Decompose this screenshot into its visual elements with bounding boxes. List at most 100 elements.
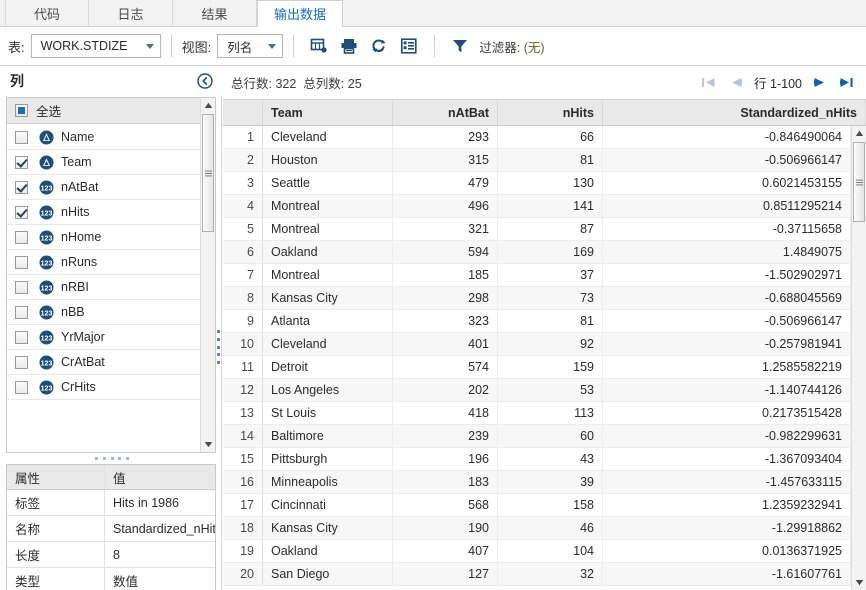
table-row[interactable]: 12 Los Angeles 202 53 -1.140744126 xyxy=(223,379,851,402)
table-row[interactable]: 8 Kansas City 298 73 -0.688045569 xyxy=(223,287,851,310)
column-checkbox[interactable] xyxy=(15,155,28,169)
column-checkbox[interactable] xyxy=(15,205,28,219)
columns-list: 全选 Name Team 123 nAtBat 123 nHits 123 nHome 123 n… xyxy=(6,97,216,453)
column-checkbox[interactable] xyxy=(15,305,28,319)
column-checkbox[interactable] xyxy=(15,280,28,294)
table-row[interactable]: 18 Kansas City 190 46 -1.29918862 xyxy=(223,517,851,540)
column-checkbox[interactable] xyxy=(15,355,28,369)
column-list-item[interactable]: 123 CrHits xyxy=(7,375,215,400)
column-checkbox[interactable] xyxy=(15,180,28,194)
scroll-thumb[interactable] xyxy=(853,142,865,222)
next-page-icon[interactable] xyxy=(808,72,834,94)
table-row[interactable]: 20 San Diego 127 32 -1.61607761 xyxy=(223,563,851,586)
collapse-left-icon[interactable] xyxy=(196,72,214,90)
row-index: 15 xyxy=(223,448,263,470)
first-page-icon[interactable] xyxy=(696,72,722,94)
refresh-icon[interactable] xyxy=(367,34,391,58)
row-range-label: 行 1-100 xyxy=(754,77,802,91)
vertical-splitter-handle[interactable] xyxy=(216,330,220,364)
svg-text:123: 123 xyxy=(41,210,53,217)
numeric-type-icon: 123 xyxy=(39,380,54,395)
table-row[interactable]: 15 Pittsburgh 196 43 -1.367093404 xyxy=(223,448,851,471)
table-row[interactable]: 14 Baltimore 239 60 -0.982299631 xyxy=(223,425,851,448)
tab-code[interactable]: 代码 xyxy=(5,0,89,26)
row-index: 1 xyxy=(223,126,263,148)
column-header-nhits[interactable]: nHits xyxy=(498,100,603,125)
property-row[interactable]: 长度 8 xyxy=(7,542,215,568)
cell-team: Montreal xyxy=(263,264,393,286)
table-row[interactable]: 6 Oakland 594 169 1.4849075 xyxy=(223,241,851,264)
property-row[interactable]: 类型 数值 xyxy=(7,568,215,590)
columns-list-scrollbar[interactable] xyxy=(200,98,215,452)
column-list-item[interactable]: 123 nHits xyxy=(7,200,215,225)
horizontal-splitter-handle[interactable] xyxy=(95,456,129,461)
filter-funnel-icon[interactable] xyxy=(448,34,472,58)
column-name: Team xyxy=(61,155,92,169)
column-checkbox[interactable] xyxy=(15,130,28,144)
tab-label: 日志 xyxy=(117,6,144,22)
cell-team: Cincinnati xyxy=(263,494,393,516)
scroll-up-icon[interactable] xyxy=(852,126,866,141)
scroll-down-icon[interactable] xyxy=(852,575,866,590)
tab-log[interactable]: 日志 xyxy=(89,0,173,26)
table-row[interactable]: 16 Minneapolis 183 39 -1.457633115 xyxy=(223,471,851,494)
scroll-thumb[interactable] xyxy=(202,114,214,232)
property-value: 8 xyxy=(113,547,120,562)
last-page-icon[interactable] xyxy=(834,72,860,94)
column-list-item[interactable]: 123 nHome xyxy=(7,225,215,250)
column-details-icon[interactable] xyxy=(397,34,421,58)
table-row[interactable]: 11 Detroit 574 159 1.2585582219 xyxy=(223,356,851,379)
select-all-checkbox[interactable] xyxy=(15,104,28,117)
table-row[interactable]: 9 Atlanta 323 81 -0.506966147 xyxy=(223,310,851,333)
toolbar-divider xyxy=(293,35,295,57)
column-header-team[interactable]: Team xyxy=(263,100,393,125)
column-list-item[interactable]: 123 YrMajor xyxy=(7,325,215,350)
cell-team: Seattle xyxy=(263,172,393,194)
column-checkbox[interactable] xyxy=(15,380,28,394)
property-row[interactable]: 名称 Standardized_nHits xyxy=(7,516,215,542)
table-row[interactable]: 17 Cincinnati 568 158 1.2359232941 xyxy=(223,494,851,517)
property-row[interactable]: 标签 Hits in 1986 xyxy=(7,490,215,516)
column-list-item[interactable]: 123 nAtBat xyxy=(7,175,215,200)
column-list-item[interactable]: Team xyxy=(7,150,215,175)
table-row[interactable]: 2 Houston 315 81 -0.506966147 xyxy=(223,149,851,172)
column-header-standardized-nhits[interactable]: Standardized_nHits xyxy=(603,100,866,125)
cell-natbat: 568 xyxy=(393,494,498,516)
column-checkbox[interactable] xyxy=(15,330,28,344)
row-column-counts: 总行数: 322 总列数: 25 xyxy=(231,73,362,92)
tab-results[interactable]: 结果 xyxy=(173,0,257,26)
property-value: Hits in 1986 xyxy=(113,495,180,510)
column-checkbox[interactable] xyxy=(15,255,28,269)
view-select[interactable]: 列名 xyxy=(217,34,284,58)
chevron-down-icon xyxy=(268,43,277,49)
table-row[interactable]: 10 Cleveland 401 92 -0.257981941 xyxy=(223,333,851,356)
table-select[interactable]: WORK.STDIZE xyxy=(30,34,161,58)
save-data-icon[interactable] xyxy=(337,34,361,58)
data-grid-scrollbar[interactable] xyxy=(851,126,866,590)
prev-page-icon[interactable] xyxy=(722,72,748,94)
table-row[interactable]: 1 Cleveland 293 66 -0.846490064 xyxy=(223,126,851,149)
column-checkbox[interactable] xyxy=(15,230,28,244)
column-list-item[interactable]: 123 nRuns xyxy=(7,250,215,275)
table-row[interactable]: 3 Seattle 479 130 0.6021453155 xyxy=(223,172,851,195)
column-header-natbat[interactable]: nAtBat xyxy=(393,100,498,125)
cell-natbat: 401 xyxy=(393,333,498,355)
column-list-item[interactable]: 123 nRBI xyxy=(7,275,215,300)
tab-output-data[interactable]: 输出数据 xyxy=(257,0,344,27)
char-type-icon xyxy=(39,155,54,170)
scroll-up-icon[interactable] xyxy=(201,98,215,113)
table-row[interactable]: 19 Oakland 407 104 0.0136371925 xyxy=(223,540,851,563)
table-properties-icon[interactable] xyxy=(307,34,331,58)
column-list-item[interactable]: Name xyxy=(7,125,215,150)
table-row[interactable]: 7 Montreal 185 37 -1.502902971 xyxy=(223,264,851,287)
select-all-row[interactable]: 全选 xyxy=(7,98,215,124)
table-row[interactable]: 5 Montreal 321 87 -0.37115658 xyxy=(223,218,851,241)
column-list-item[interactable]: 123 nBB xyxy=(7,300,215,325)
table-row[interactable]: 13 St Louis 418 113 0.2173515428 xyxy=(223,402,851,425)
property-value: 数值 xyxy=(113,575,139,589)
table-row[interactable]: 4 Montreal 496 141 0.8511295214 xyxy=(223,195,851,218)
scroll-down-icon[interactable] xyxy=(201,437,215,452)
column-list-item[interactable]: 123 CrAtBat xyxy=(7,350,215,375)
column-header-index[interactable] xyxy=(223,100,263,125)
cell-natbat: 496 xyxy=(393,195,498,217)
